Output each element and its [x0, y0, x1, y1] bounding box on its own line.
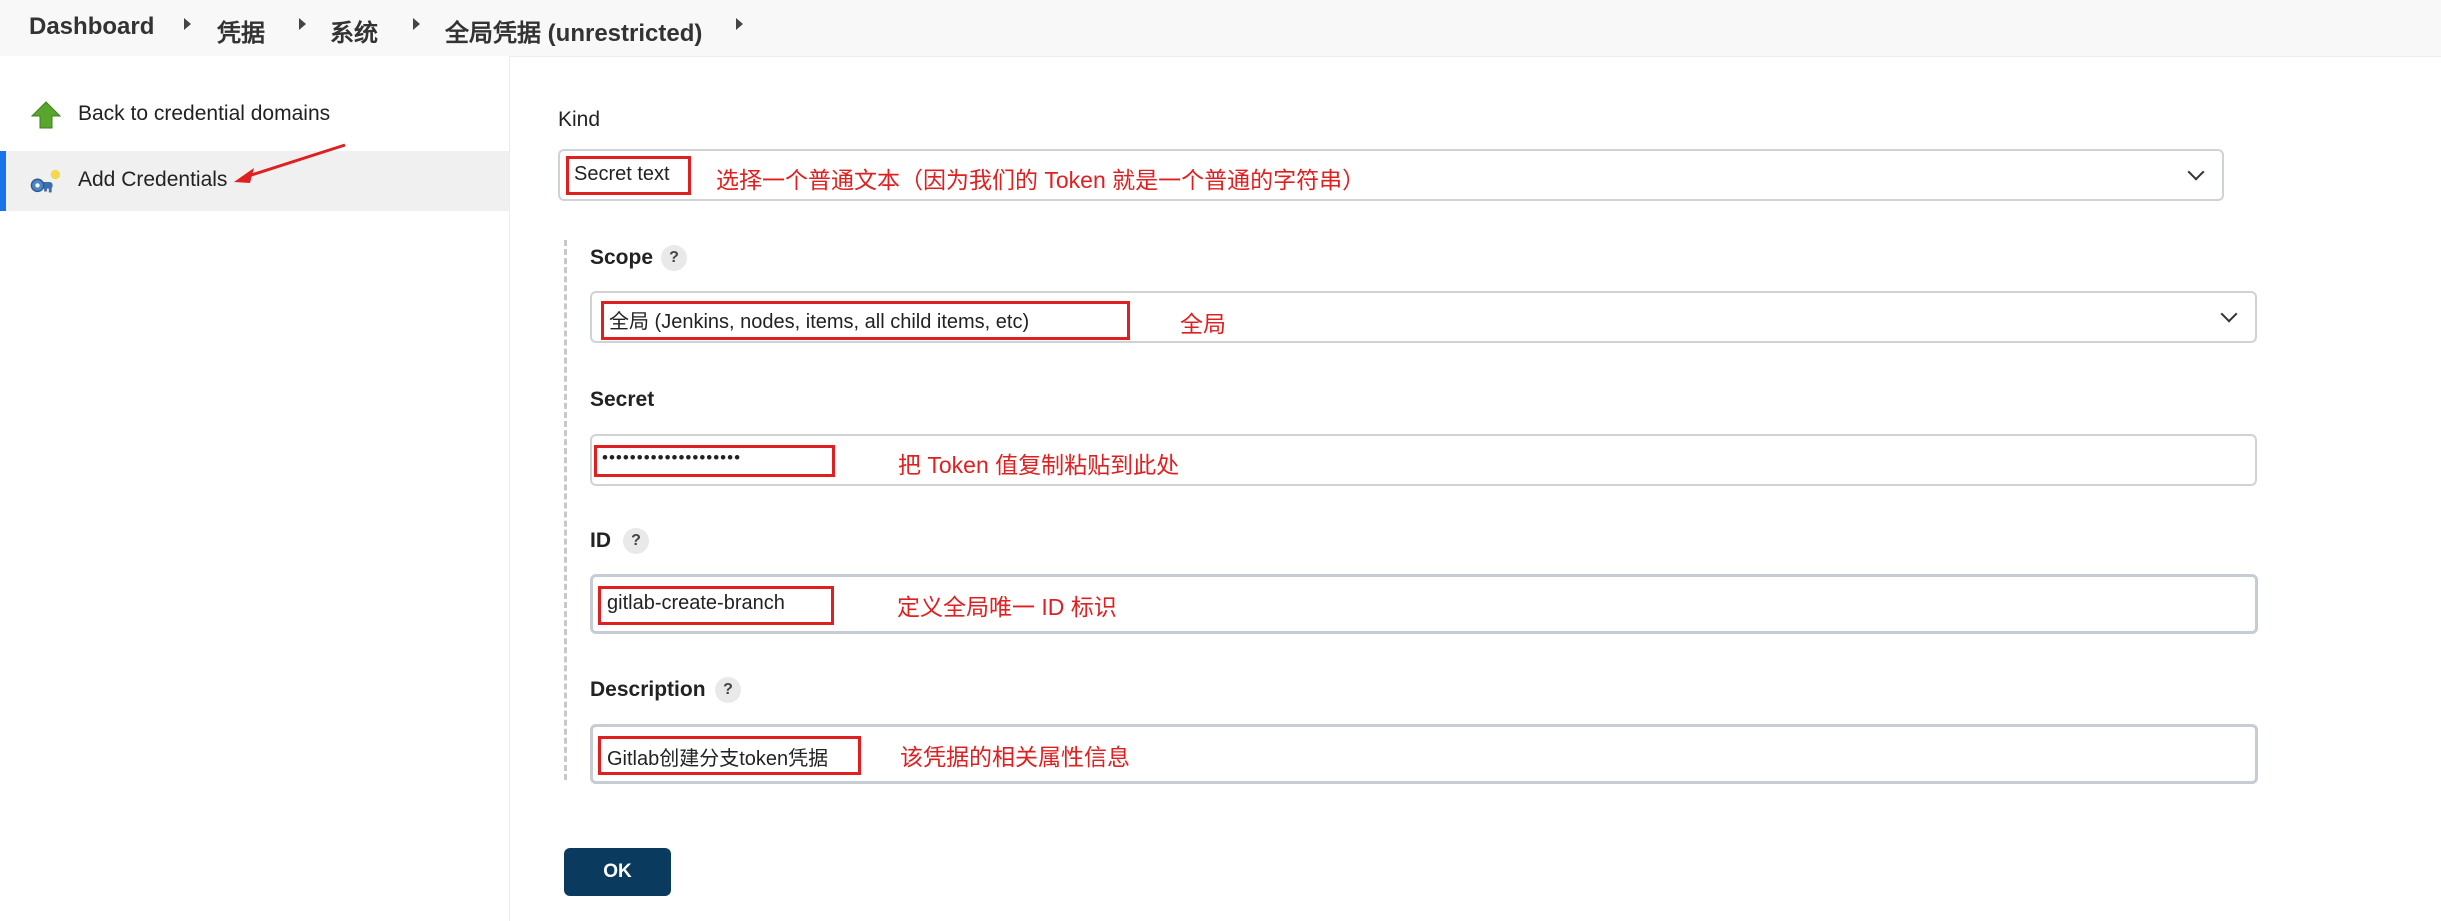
id-label: ID: [590, 529, 611, 552]
chevron-right-icon: [184, 18, 191, 30]
sidebar-item-label: Add Credentials: [78, 168, 228, 191]
secret-annotation: 把 Token 值复制粘贴到此处: [898, 452, 1180, 478]
sidebar-item-label: Back to credential domains: [78, 102, 331, 125]
description-label: Description: [590, 678, 706, 701]
sidebar-item-back-to-domains[interactable]: Back to credential domains: [0, 85, 509, 145]
highlight-box: [601, 301, 1130, 340]
kind-label: Kind: [558, 108, 601, 131]
up-arrow-icon: [30, 101, 62, 129]
highlight-box: [594, 445, 835, 477]
highlight-box: [598, 586, 834, 625]
nested-section-border: [564, 240, 567, 780]
id-input[interactable]: gitlab-create-branch: [590, 574, 2258, 634]
annotation-arrow-icon: [234, 143, 346, 183]
scope-help-icon[interactable]: ?: [661, 245, 687, 271]
scope-annotation: 全局: [1180, 311, 1226, 337]
description-annotation: 该凭据的相关属性信息: [900, 744, 1130, 770]
secret-label: Secret: [590, 388, 655, 411]
highlight-box: [566, 156, 691, 195]
chevron-down-icon: [2220, 305, 2238, 323]
description-help-icon[interactable]: ?: [715, 677, 741, 703]
breadcrumb-dashboard[interactable]: Dashboard: [29, 13, 154, 41]
breadcrumb: Dashboard 凭据 系统 全局凭据 (unrestricted): [0, 0, 2441, 57]
highlight-box: [598, 736, 861, 775]
id-annotation: 定义全局唯一 ID 标识: [897, 594, 1117, 620]
breadcrumb-global-credentials[interactable]: 全局凭据 (unrestricted): [445, 13, 702, 48]
breadcrumb-credentials[interactable]: 凭据: [217, 13, 265, 48]
ok-button[interactable]: OK: [564, 848, 671, 896]
chevron-right-icon: [299, 18, 306, 30]
chevron-down-icon: [2187, 163, 2205, 181]
kind-annotation: 选择一个普通文本（因为我们的 Token 就是一个普通的字符串）: [716, 167, 1366, 193]
id-help-icon[interactable]: ?: [623, 528, 649, 554]
chevron-right-icon[interactable]: [736, 18, 743, 30]
secret-input[interactable]: ••••••••••••••••••••: [590, 434, 2257, 486]
chevron-right-icon: [413, 18, 420, 30]
key-icon: [30, 169, 61, 193]
breadcrumb-system[interactable]: 系统: [330, 13, 378, 48]
scope-label: Scope: [590, 246, 654, 269]
